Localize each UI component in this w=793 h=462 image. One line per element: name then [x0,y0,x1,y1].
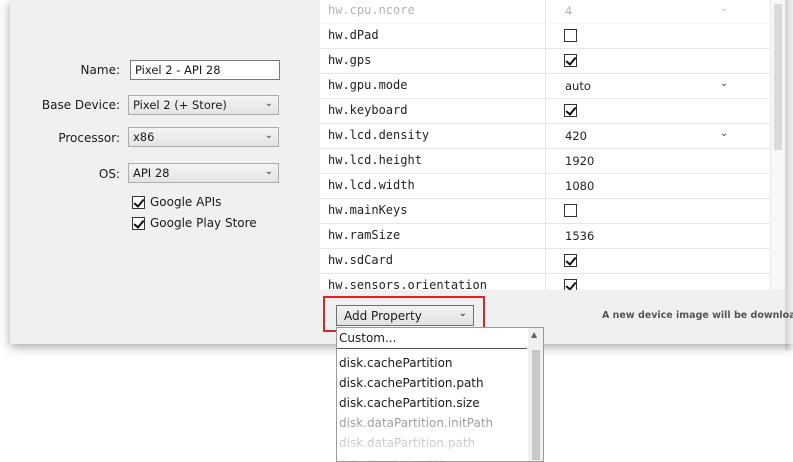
base-device-label: Base Device: [41,98,120,112]
base-device-value: Pixel 2 (+ Store) [133,98,227,112]
property-key: hw.ramSize [328,228,401,242]
add-property-dropdown: Custom... disk.cachePartition disk.cachePa… [336,327,544,462]
property-checkbox[interactable] [564,104,577,117]
scrollbar-thumb[interactable] [774,4,782,150]
property-key: hw.sensors.orientation [328,278,487,290]
dropdown-option[interactable]: disk.cachePartition.path [339,376,484,390]
name-label: Name: [80,63,120,77]
dropdown-option[interactable]: disk.cachePartition [339,356,453,370]
property-text-value[interactable]: 1536 [565,229,594,243]
property-key: hw.lcd.width [328,178,415,192]
property-key: hw.dPad [328,28,379,42]
dropdown-option[interactable]: Custom... [339,331,396,345]
google-apis-checkbox[interactable] [132,196,145,209]
dropdown-option[interactable]: disk.ramdisk.path [339,456,446,461]
property-key: hw.sdCard [328,253,394,267]
chevron-down-icon[interactable]: ⌄ [720,128,728,139]
property-key: hw.gps [328,53,372,67]
property-key: hw.cpu.ncore [328,3,415,17]
property-select-value[interactable]: 4 [565,4,572,18]
processor-label: Processor: [58,131,120,145]
chevron-down-icon[interactable]: ⌄ [720,3,728,14]
google-play-label: Google Play Store [150,216,257,230]
chevron-down-icon: ⌄ [458,308,467,319]
google-apis-label: Google APIs [150,195,222,209]
property-select-value[interactable]: auto [565,79,591,93]
property-text-value[interactable]: 1920 [565,154,594,168]
processor-select[interactable]: x86 ⌄ [128,127,279,147]
os-select[interactable]: API 28 ⌄ [128,163,279,183]
grid-scrollbar[interactable] [770,0,785,290]
chevron-down-icon: ⌄ [264,166,273,177]
dropdown-option[interactable]: disk.dataPartition.path [339,436,475,450]
chevron-down-icon: ⌄ [264,130,273,141]
add-property-select[interactable]: Add Property ⌄ [336,305,474,326]
dropdown-scrollbar[interactable]: ▲ [528,328,543,461]
dropdown-separator [337,348,527,349]
dialog-shadow [785,0,793,350]
property-key: hw.mainKeys [328,203,408,217]
scroll-up-icon[interactable]: ▲ [531,330,537,339]
processor-value: x86 [133,130,155,144]
property-checkbox[interactable] [564,279,577,290]
property-key: hw.lcd.density [328,128,430,142]
google-play-checkbox[interactable] [132,217,145,230]
property-text-value[interactable]: 1080 [565,179,594,193]
os-label: OS: [98,167,120,181]
grid-divider [545,0,546,290]
dropdown-option[interactable]: disk.cachePartition.size [339,396,480,410]
chevron-down-icon: ⌄ [264,98,273,109]
download-note: A new device image will be downloaded [602,310,793,321]
add-property-label: Add Property [344,309,422,323]
dropdown-scrollbar-thumb[interactable] [532,350,540,460]
chevron-down-icon[interactable]: ⌄ [720,78,728,89]
property-checkbox[interactable] [564,254,577,267]
property-checkbox[interactable] [564,204,577,217]
property-checkbox[interactable] [564,54,577,67]
property-select-value[interactable]: 420 [565,129,587,143]
property-key: hw.keyboard [328,103,408,117]
property-key: hw.gpu.mode [328,78,408,92]
property-key: hw.lcd.height [328,153,422,167]
name-input[interactable]: Pixel 2 - API 28 [130,60,280,80]
dropdown-option[interactable]: disk.dataPartition.initPath [339,416,493,430]
os-value: API 28 [133,166,170,180]
base-device-select[interactable]: Pixel 2 (+ Store) ⌄ [128,95,279,115]
property-checkbox[interactable] [564,29,577,42]
